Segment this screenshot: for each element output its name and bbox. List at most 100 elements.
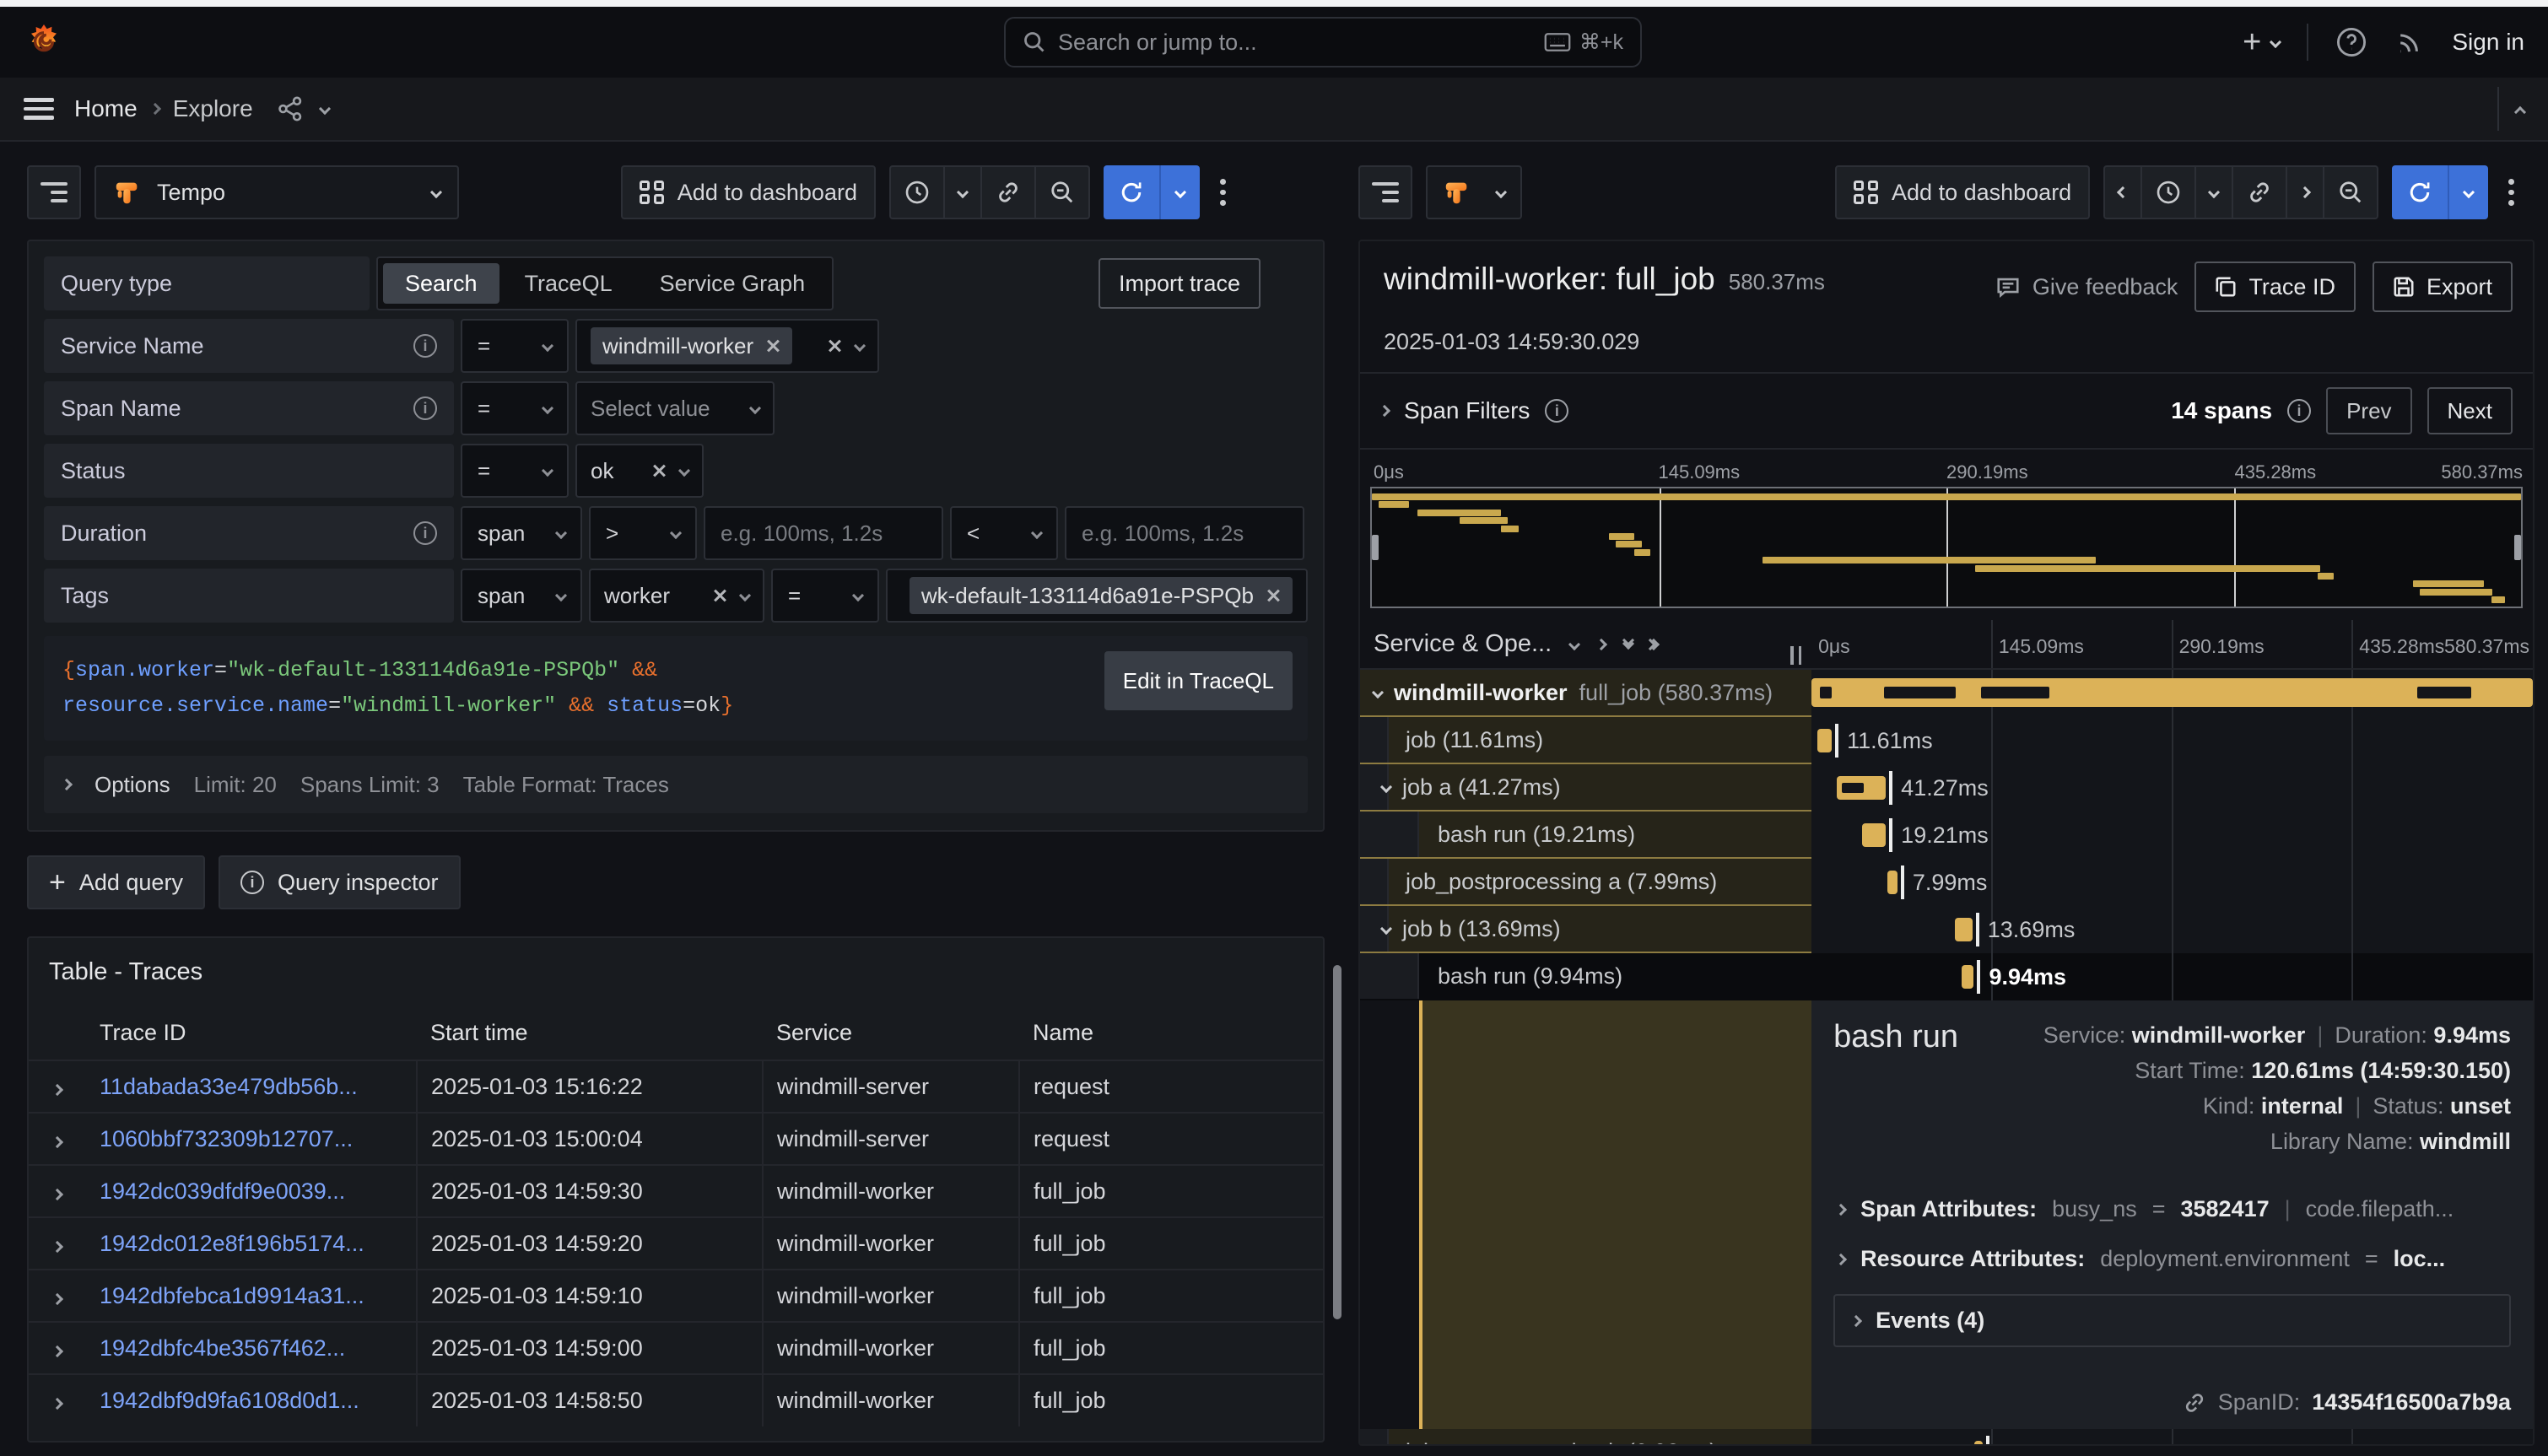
expand-row-icon[interactable]: [51, 1135, 63, 1147]
query-outline-button[interactable]: [1358, 165, 1412, 219]
trace-id-link[interactable]: 1942dbfebca1d9914a31...: [100, 1283, 364, 1308]
query-options-row[interactable]: Options Limit: 20 Spans Limit: 3 Table F…: [44, 756, 1308, 813]
breadcrumb-home[interactable]: Home: [74, 95, 138, 122]
chevron-right-icon[interactable]: [1597, 640, 1606, 649]
span-row[interactable]: bash run (19.21ms) 19.21ms: [1360, 812, 2533, 859]
col-trace-id[interactable]: Trace ID: [86, 1006, 417, 1060]
refresh-interval-dropdown[interactable]: [2449, 165, 2488, 219]
tags-key[interactable]: worker: [589, 569, 764, 623]
expand-row-icon[interactable]: [51, 1345, 63, 1356]
collapse-icon[interactable]: [1372, 687, 1384, 698]
time-shift-back-icon[interactable]: [2105, 167, 2142, 218]
span-row[interactable]: job (11.61ms) 11.61ms: [1360, 717, 2533, 764]
search-input[interactable]: [1058, 30, 1532, 56]
duration-min-input[interactable]: [704, 506, 943, 560]
next-button[interactable]: Next: [2427, 387, 2513, 434]
chevron-down-icon[interactable]: [319, 103, 331, 115]
service-operation-header[interactable]: Service & Ope...: [1374, 630, 1552, 658]
span-row[interactable]: job_postprocessing b (6.02ms) 6.02ms: [1360, 1429, 2533, 1446]
give-feedback-button[interactable]: Give feedback: [1995, 274, 2178, 300]
refresh-interval-dropdown[interactable]: [1161, 165, 1200, 219]
service-name-operator[interactable]: =: [461, 319, 569, 373]
datasource-picker-mini[interactable]: [1426, 165, 1522, 219]
tab-service-graph[interactable]: Service Graph: [638, 263, 828, 304]
scrollbar-thumb[interactable]: [1333, 965, 1341, 1319]
status-value[interactable]: ok: [575, 444, 704, 498]
duration-op-gt[interactable]: >: [589, 506, 697, 560]
chevron-right-icon[interactable]: [1379, 405, 1390, 417]
tab-search[interactable]: Search: [383, 263, 499, 304]
span-row[interactable]: job a (41.27ms) 41.27ms: [1360, 764, 2533, 812]
chevron-down-icon[interactable]: [1570, 640, 1579, 649]
more-options-icon[interactable]: [1213, 172, 1233, 213]
events-accordion[interactable]: Events (4): [1833, 1294, 2511, 1347]
expand-row-icon[interactable]: [51, 1188, 63, 1200]
collapse-panel-icon[interactable]: [2514, 106, 2526, 118]
tags-value[interactable]: wk-default-133114d6a91e-PSPQb: [886, 569, 1308, 623]
span-row[interactable]: job b (13.69ms) 13.69ms: [1360, 906, 2533, 953]
breadcrumb-explore[interactable]: Explore: [173, 95, 253, 122]
run-query-button[interactable]: [1104, 165, 1200, 219]
span-row[interactable]: job_postprocessing a (7.99ms) 7.99ms: [1360, 859, 2533, 906]
expand-row-icon[interactable]: [51, 1398, 63, 1410]
link-button[interactable]: [2233, 167, 2287, 218]
trace-id-link[interactable]: 1942dbf9d9fa6108d0d1...: [100, 1388, 359, 1413]
query-inspector-button[interactable]: Query inspector: [219, 855, 461, 909]
table-row[interactable]: 1942dbfc4be3567f462...2025-01-03 14:59:0…: [29, 1322, 1323, 1374]
link-icon[interactable]: [2183, 1391, 2206, 1415]
col-start-time[interactable]: Start time: [417, 1006, 763, 1060]
trace-id-link[interactable]: 1942dc039dfdf9e0039...: [100, 1178, 345, 1204]
time-picker-button[interactable]: [891, 167, 945, 218]
help-icon[interactable]: [2335, 26, 2367, 58]
col-name[interactable]: Name: [1019, 1006, 1323, 1060]
duration-op-lt[interactable]: <: [950, 506, 1058, 560]
time-picker-dropdown[interactable]: [945, 167, 982, 218]
span-row[interactable]: windmill-workerfull_job (580.37ms): [1360, 670, 2533, 717]
clear-icon[interactable]: [712, 588, 727, 603]
add-to-dashboard-button[interactable]: Add to dashboard: [1835, 165, 2090, 219]
duration-max-input[interactable]: [1065, 506, 1304, 560]
column-resizer[interactable]: [1790, 646, 1801, 665]
span-attributes-accordion[interactable]: Span Attributes: busy_ns=3582417 |code.f…: [1833, 1183, 2511, 1232]
duration-scope[interactable]: span: [461, 506, 582, 560]
run-query-button[interactable]: [2392, 165, 2488, 219]
datasource-picker[interactable]: Tempo: [94, 165, 459, 219]
table-row[interactable]: 1942dc012e8f196b5174...2025-01-03 14:59:…: [29, 1217, 1323, 1270]
span-filters-label[interactable]: Span Filters: [1404, 397, 1530, 424]
time-picker-dropdown[interactable]: [2196, 167, 2233, 218]
time-picker-button[interactable]: [2142, 167, 2196, 218]
range-handle-left[interactable]: [1372, 535, 1379, 560]
zoom-out-button[interactable]: [1036, 167, 1088, 218]
import-trace-button[interactable]: Import trace: [1099, 258, 1261, 309]
sign-in-button[interactable]: Sign in: [2452, 29, 2524, 56]
new-menu-button[interactable]: +: [2243, 26, 2280, 58]
menu-toggle-icon[interactable]: [24, 98, 54, 120]
trace-id-link[interactable]: 1060bbf732309b12707...: [100, 1126, 353, 1151]
add-to-dashboard-button[interactable]: Add to dashboard: [621, 165, 876, 219]
resource-attributes-accordion[interactable]: Resource Attributes: deployment.environm…: [1833, 1232, 2511, 1282]
global-search[interactable]: ⌘+k: [1004, 17, 1642, 67]
trace-id-button[interactable]: Trace ID: [2194, 262, 2356, 312]
expand-row-icon[interactable]: [51, 1292, 63, 1304]
more-options-icon[interactable]: [2502, 172, 2521, 213]
table-row[interactable]: 1942dbfebca1d9914a31...2025-01-03 14:59:…: [29, 1270, 1323, 1322]
trace-id-link[interactable]: 1942dc012e8f196b5174...: [100, 1231, 364, 1256]
expand-all-icon[interactable]: [1624, 641, 1633, 648]
export-button[interactable]: Export: [2373, 262, 2513, 312]
remove-icon[interactable]: [1266, 588, 1281, 603]
tags-operator[interactable]: =: [771, 569, 879, 623]
grafana-logo-icon[interactable]: [24, 22, 64, 62]
trace-id-link[interactable]: 1942dbfc4be3567f462...: [100, 1335, 345, 1361]
table-row[interactable]: 1942dbf9d9fa6108d0d1...2025-01-03 14:58:…: [29, 1374, 1323, 1426]
zoom-out-button[interactable]: [2324, 167, 2377, 218]
table-row[interactable]: 11dabada33e479db56b...2025-01-03 15:16:2…: [29, 1060, 1323, 1113]
clear-icon[interactable]: [827, 338, 842, 353]
range-handle-right[interactable]: [2514, 535, 2521, 560]
tab-traceql[interactable]: TraceQL: [503, 263, 634, 304]
link-button[interactable]: [982, 167, 1036, 218]
status-operator[interactable]: =: [461, 444, 569, 498]
minimap-canvas[interactable]: [1370, 487, 2523, 608]
query-outline-button[interactable]: [27, 165, 81, 219]
expand-row-icon[interactable]: [51, 1083, 63, 1095]
add-query-button[interactable]: +Add query: [27, 855, 205, 909]
